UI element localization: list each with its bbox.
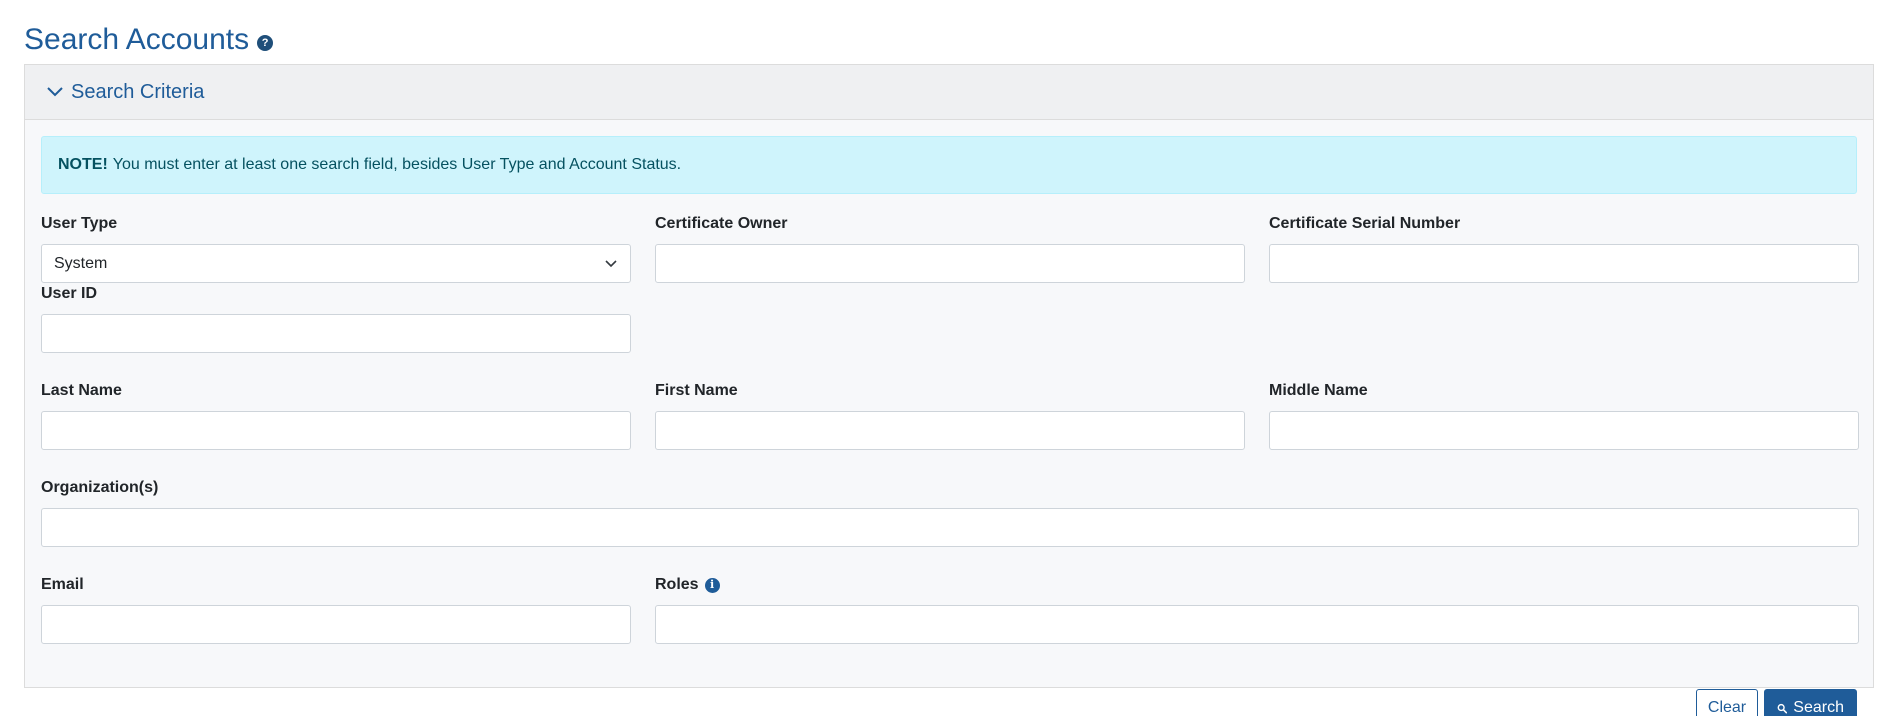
chevron-down-icon[interactable]	[45, 82, 65, 102]
user-id-input[interactable]	[41, 314, 631, 353]
first-name-field: First Name	[655, 381, 1245, 450]
form-actions: Clear Search	[1696, 689, 1857, 716]
certificate-serial-number-field: Certificate Serial Number	[1269, 214, 1859, 283]
search-criteria-body: NOTE! You must enter at least one search…	[25, 120, 1873, 716]
last-name-label: Last Name	[41, 382, 122, 399]
certificate-owner-label: Certificate Owner	[655, 215, 788, 232]
empty-cell	[1269, 284, 1859, 353]
middle-name-input[interactable]	[1269, 411, 1859, 450]
last-name-input[interactable]	[41, 411, 631, 450]
user-type-select[interactable]: System	[41, 244, 631, 283]
empty-cell	[655, 284, 1245, 353]
user-type-label: User Type	[41, 215, 118, 232]
search-form-grid: User Type System Certificate Owner Certi…	[41, 194, 1859, 644]
clear-button[interactable]: Clear	[1696, 689, 1758, 716]
chevron-down-icon	[605, 259, 617, 267]
roles-field: Roles i	[655, 575, 1859, 644]
search-button-label: Search	[1793, 699, 1844, 716]
search-button[interactable]: Search	[1764, 689, 1857, 716]
certificate-owner-input[interactable]	[655, 244, 1245, 283]
first-name-input[interactable]	[655, 411, 1245, 450]
first-name-label: First Name	[655, 382, 738, 399]
note-strong: NOTE!	[58, 156, 108, 173]
middle-name-label: Middle Name	[1269, 382, 1368, 399]
email-field: Email	[41, 575, 631, 644]
search-icon	[1777, 703, 1788, 713]
organizations-label: Organization(s)	[41, 479, 159, 496]
roles-label: Roles	[655, 576, 699, 593]
search-criteria-panel: Search Criteria NOTE! You must enter at …	[24, 64, 1874, 716]
organizations-field: Organization(s)	[41, 478, 1859, 547]
page-title-text: Search Accounts	[24, 23, 250, 56]
certificate-serial-number-label: Certificate Serial Number	[1269, 215, 1461, 232]
certificate-serial-number-input[interactable]	[1269, 244, 1859, 283]
user-id-label: User ID	[41, 285, 98, 302]
roles-input[interactable]	[655, 605, 1859, 644]
search-criteria-title[interactable]: Search Criteria	[71, 81, 204, 104]
email-input[interactable]	[41, 605, 631, 644]
organizations-input[interactable]	[41, 508, 1859, 547]
middle-name-field: Middle Name	[1269, 381, 1859, 450]
last-name-field: Last Name	[41, 381, 631, 450]
note-alert: NOTE! You must enter at least one search…	[41, 136, 1857, 194]
page-title: Search Accounts ?	[24, 20, 274, 60]
question-circle-icon[interactable]: ?	[257, 35, 274, 51]
search-criteria-header[interactable]: Search Criteria	[25, 65, 1873, 120]
email-label: Email	[41, 576, 84, 593]
user-type-field: User Type System	[41, 214, 631, 283]
user-type-selected-value: System	[54, 254, 108, 272]
page: Search Accounts ? Search Criteria NOTE! …	[0, 0, 1898, 716]
roles-label-row: Roles i	[655, 575, 1859, 595]
info-circle-icon[interactable]: i	[704, 577, 720, 593]
note-text: You must enter at least one search field…	[112, 156, 682, 173]
user-id-field: User ID	[41, 284, 631, 353]
certificate-owner-field: Certificate Owner	[655, 214, 1245, 283]
